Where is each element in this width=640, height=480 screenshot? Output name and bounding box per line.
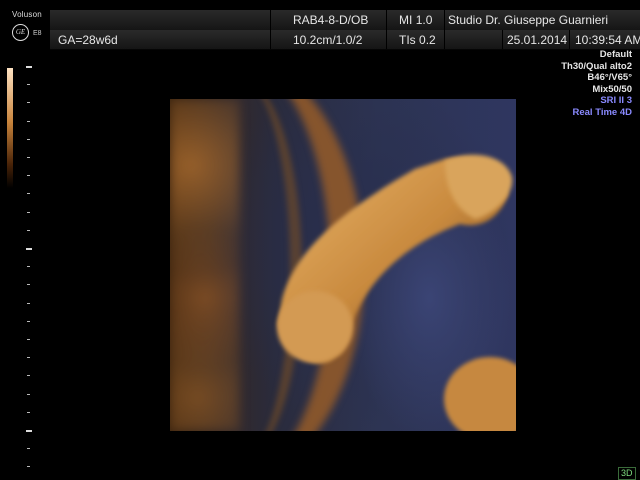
depth-tick bbox=[27, 138, 30, 140]
depth-tick bbox=[26, 430, 32, 432]
depth-tick bbox=[26, 66, 32, 68]
depth-tick bbox=[27, 266, 30, 268]
ge-logo-icon: GE bbox=[12, 24, 29, 41]
depth-tick bbox=[27, 102, 30, 104]
depth-tick bbox=[27, 211, 30, 213]
tis-value: 0.2 bbox=[419, 33, 436, 47]
probe-label: RAB4-8-D/OB bbox=[270, 10, 386, 30]
settings-line: B46°/V65° bbox=[587, 72, 632, 83]
fetal-part bbox=[444, 357, 516, 431]
settings-line: Default bbox=[599, 49, 632, 60]
depth-tick bbox=[27, 157, 30, 158]
settings-panel: Default Th30/Qual alto2 B46°/V65° Mix50/… bbox=[561, 49, 632, 118]
depth-tick bbox=[27, 393, 30, 395]
header-blank-cell bbox=[444, 30, 502, 49]
depth-tick bbox=[27, 284, 30, 286]
depth-tick bbox=[27, 320, 30, 322]
header-row-1: RAB4-8-D/OB MI 1.0 Studio Dr. Giuseppe G… bbox=[50, 10, 640, 31]
clinic-name: Studio Dr. Giuseppe Guarnieri bbox=[444, 10, 640, 30]
settings-line: Real Time 4D bbox=[572, 106, 633, 118]
mi-value: 1.0 bbox=[415, 13, 433, 27]
depth-tick bbox=[27, 229, 30, 231]
depth-tick bbox=[27, 357, 30, 359]
voluson-logo-text: Voluson bbox=[12, 10, 42, 19]
depth-tick bbox=[26, 248, 32, 250]
depth-tick bbox=[27, 175, 30, 177]
fetal-knee bbox=[277, 291, 353, 363]
settings-line: Mix50/50 bbox=[592, 83, 632, 95]
depth-tick bbox=[27, 375, 30, 377]
exam-date: 25.01.2014 bbox=[502, 30, 569, 49]
tis-readout: TIs 0.2 bbox=[386, 30, 444, 49]
header-row-2: GA=28w6d 10.2cm/1.0/2 TIs 0.2 25.01.2014… bbox=[50, 30, 640, 50]
depth-tick bbox=[27, 120, 30, 122]
depth-tick bbox=[27, 448, 30, 450]
gestational-age: GA=28w6d bbox=[58, 33, 118, 47]
depth-settings: 10.2cm/1.0/2 bbox=[270, 30, 386, 49]
depth-tick bbox=[27, 466, 30, 468]
mi-label: MI bbox=[399, 13, 413, 27]
tis-label: TIs bbox=[399, 33, 416, 47]
depth-tick bbox=[27, 411, 30, 413]
color-map-bar bbox=[7, 68, 13, 188]
depth-tick bbox=[27, 193, 30, 195]
model-label: E8 bbox=[33, 30, 42, 37]
depth-tick bbox=[27, 302, 30, 304]
exam-time: 10:39:54 AM bbox=[569, 30, 640, 49]
depth-tick bbox=[27, 339, 30, 340]
fetal-limb-render bbox=[277, 154, 516, 431]
settings-line: Th30/Qual alto2 bbox=[561, 60, 632, 72]
depth-tick bbox=[27, 84, 30, 86]
mi-readout: MI 1.0 bbox=[386, 10, 444, 30]
ultrasound-render bbox=[170, 99, 516, 431]
mode-3d-badge: 3D bbox=[618, 467, 636, 480]
settings-line: SRI II 3 bbox=[600, 95, 632, 106]
